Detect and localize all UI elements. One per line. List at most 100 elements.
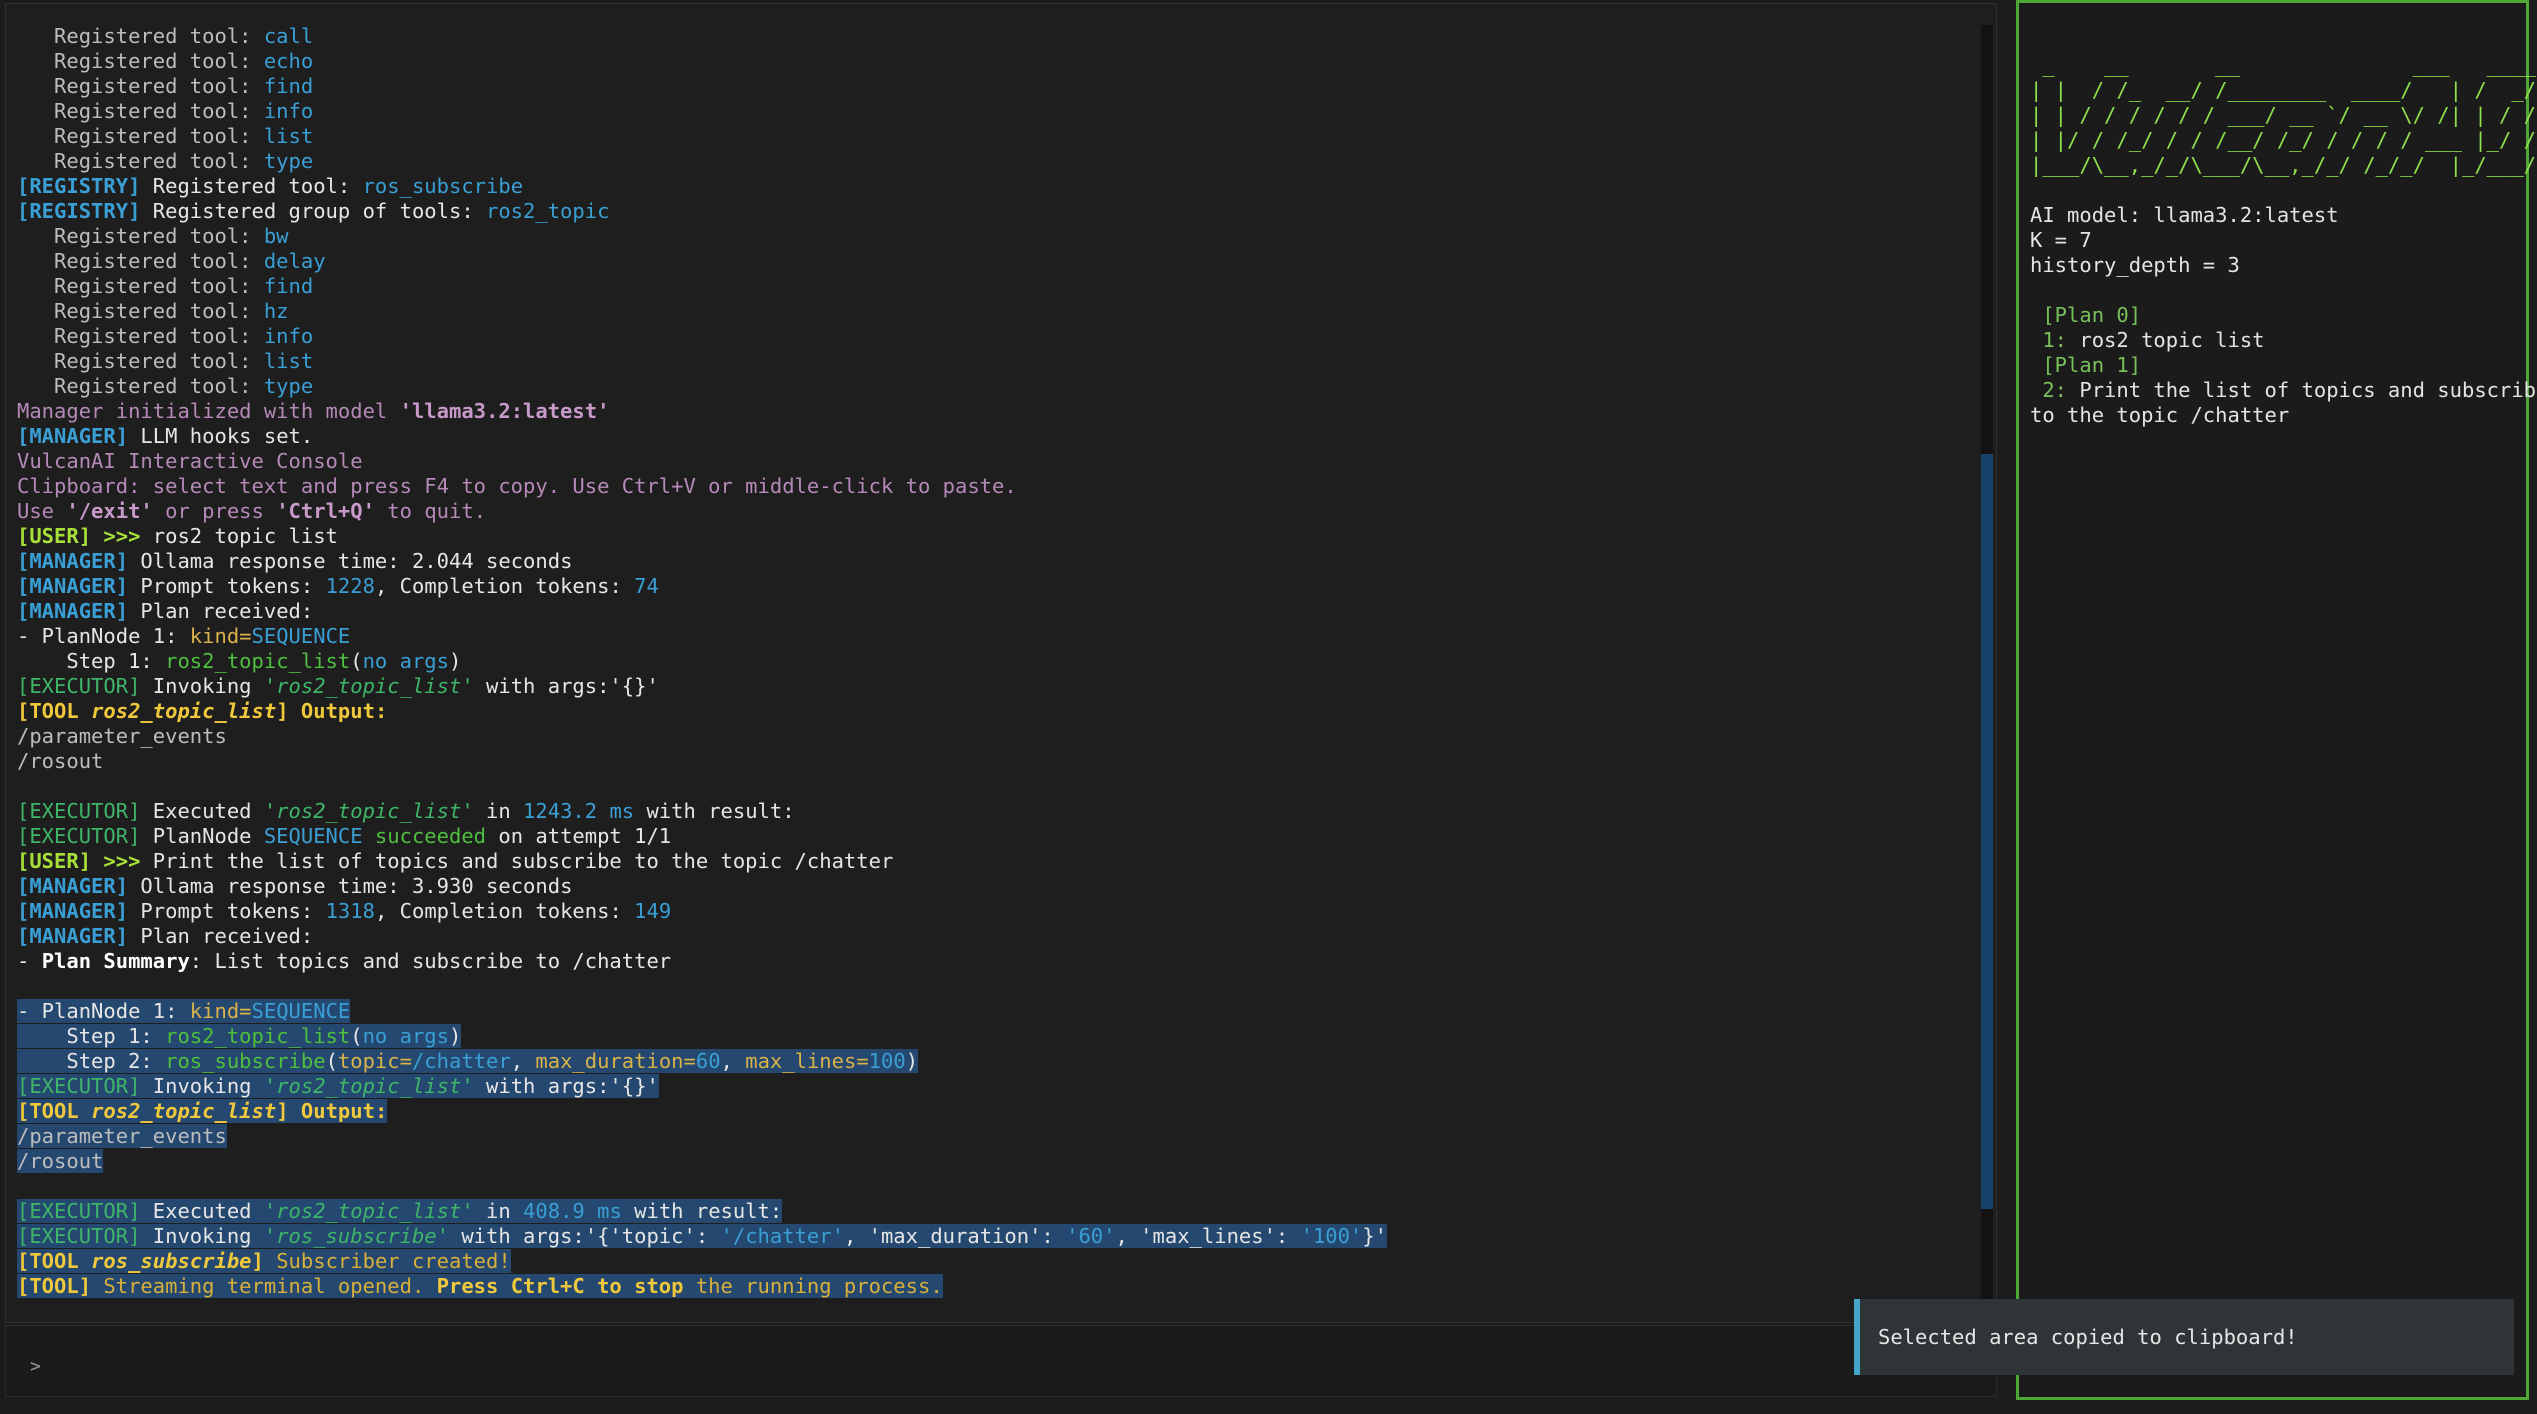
log-token: , 'max_duration': [843,1224,1067,1248]
plan-1-header: [Plan 1] [2030,353,2142,377]
log-token: [TOOL [17,699,92,723]
log-token: Print the list of topics and subscribe t… [140,849,894,873]
plan-0-item: 1: ros2 topic list [2030,328,2518,353]
log-line: Registered tool: call [17,24,1966,49]
scrollbar-thumb[interactable] [1981,454,1993,1209]
log-token: topic= [337,1049,412,1073]
vulcanai-ascii-logo: _ __ __ ___ ____ | | / /_ __/ /________ … [2030,53,2537,177]
log-line: [EXECUTOR] Executed 'ros2_topic_list' in… [17,1199,1966,1224]
command-input-bar[interactable]: > [5,1325,1997,1397]
ai-model-label: AI model: llama3.2:latest [2030,203,2339,227]
log-token: Registered tool: [17,149,264,173]
plan-0-number: 1: [2030,328,2068,352]
log-token: ] [251,1249,264,1273]
log-token: delay [263,249,326,273]
log-token: 1228 [325,574,375,598]
log-token: [MANAGER] [17,874,129,898]
log-token: [USER] >>> [17,849,141,873]
log-token: 74 [634,574,659,598]
log-line: Step 1: ros2_topic_list(no args) [17,649,1966,674]
console-log: Registered tool: call Registered tool: e… [17,24,1966,1299]
log-token: [TOOL] [17,1274,92,1298]
log-token: ros_subscribe [165,1049,326,1073]
log-token: 'Ctrl+Q' [276,499,375,523]
log-line: [EXECUTOR] Invoking 'ros2_topic_list' wi… [17,674,1966,699]
log-token: Plan received: [128,924,314,948]
log-token: Invoking [140,1224,264,1248]
console-log-panel[interactable]: Registered tool: call Registered tool: e… [5,3,1997,1323]
log-token: Press Ctrl+C to stop [436,1274,684,1298]
log-token: Executed [140,1199,264,1223]
log-token: Registered tool: [17,374,264,398]
log-token: , [510,1049,536,1073]
log-token: [REGISTRY] [17,199,141,223]
log-token: ) [449,1024,462,1048]
log-line: [REGISTRY] Registered group of tools: ro… [17,199,1966,224]
log-token: [MANAGER] [17,599,129,623]
log-token: ] Output: [276,1099,388,1123]
log-token: '/exit' [66,499,153,523]
log-token: - [17,949,42,973]
prompt-symbol: > [30,1356,41,1377]
log-line: Registered tool: type [17,374,1966,399]
log-token: with args:'{}' [473,674,659,698]
log-token: [EXECUTOR] [17,824,141,848]
log-token: with result: [621,1199,783,1223]
plan-1-text-wrap: to the topic /chatter [2030,403,2290,427]
log-line: Registered tool: find [17,74,1966,99]
log-token: ros_subscribe [362,174,524,198]
clipboard-toast: Selected area copied to clipboard! [1854,1299,2514,1375]
log-token: Registered tool: [17,49,264,73]
log-token: find [263,74,314,98]
log-token: Clipboard: select text and press F4 to c… [17,474,1017,498]
log-token: LLM hooks set. [128,424,314,448]
log-token: /rosout [17,749,104,773]
log-token: '/chatter' [720,1224,844,1248]
log-token: Prompt tokens: [128,574,326,598]
log-line: [MANAGER] Ollama response time: 3.930 se… [17,874,1966,899]
log-token: ros_subscribe [91,1249,252,1273]
log-token: 'ros2_topic_list' [263,674,474,698]
log-line: Registered tool: delay [17,249,1966,274]
log-token: in [473,799,524,823]
log-line: /parameter_events [17,724,1966,749]
log-token: [USER] >>> [17,524,141,548]
log-token: 100 [868,1049,906,1073]
log-token: SEQUENCE [263,824,363,848]
log-token: with args:'{'topic': [448,1224,721,1248]
log-token: [MANAGER] [17,549,129,573]
log-token: with result: [634,799,795,823]
log-token: hz [263,299,289,323]
log-token: the running process. [683,1274,943,1298]
log-token: [EXECUTOR] [17,1074,141,1098]
log-token: ros2_topic_list [165,1024,351,1048]
log-token: Registered tool: [17,249,264,273]
log-token: '60' [1066,1224,1116,1248]
log-line: [TOOL ros2_topic_list] Output: [17,699,1966,724]
log-token: Subscriber created! [263,1249,511,1273]
log-line: [TOOL ros_subscribe] Subscriber created! [17,1249,1966,1274]
log-token: Invoking [140,1074,264,1098]
log-token: Use [17,499,67,523]
log-token: 1318 [325,899,375,923]
log-line: Clipboard: select text and press F4 to c… [17,474,1966,499]
log-line: Manager initialized with model 'llama3.2… [17,399,1966,424]
log-token: Registered tool: [17,74,264,98]
log-token: ( [350,649,363,673]
log-token: 'ros2_topic_list' [263,799,474,823]
log-token: with args:'{}' [473,1074,659,1098]
log-token: '100' [1300,1224,1363,1248]
log-token: Streaming terminal opened. [91,1274,437,1298]
log-line: [MANAGER] LLM hooks set. [17,424,1966,449]
log-line: [EXECUTOR] PlanNode SEQUENCE succeeded o… [17,824,1966,849]
log-token: , 'max_lines': [1115,1224,1301,1248]
log-token: 'ros2_topic_list' [263,1074,474,1098]
log-token: 1243.2 ms [523,799,635,823]
log-token: Registered tool: [17,349,264,373]
log-token: : List topics and subscribe to /chatter [189,949,672,973]
log-token: find [263,274,314,298]
log-line: [MANAGER] Prompt tokens: 1318, Completio… [17,899,1966,924]
log-token: /parameter_events [17,724,227,748]
